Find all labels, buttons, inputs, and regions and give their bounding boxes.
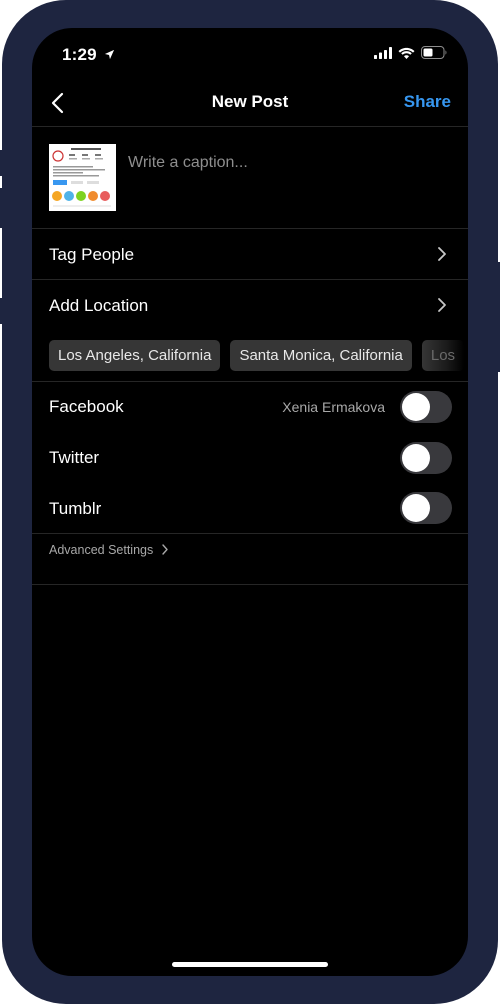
add-location-label: Add Location	[49, 296, 149, 315]
status-icons	[374, 46, 448, 59]
page-title: New Post	[211, 92, 289, 111]
location-arrow-icon	[104, 49, 114, 60]
chevron-right-icon	[438, 298, 446, 312]
home-indicator[interactable]	[172, 962, 328, 967]
facebook-label: Facebook	[49, 397, 124, 416]
app-screen: 1:29 New Post Share Write a caption... T…	[32, 28, 468, 976]
location-chip[interactable]: Los	[421, 340, 464, 371]
phone-side-button	[0, 188, 6, 228]
toggle-knob	[402, 393, 430, 421]
location-suggestions: Los Angeles, California Santa Monica, Ca…	[49, 340, 464, 371]
advanced-settings-link[interactable]: Advanced Settings	[49, 543, 169, 557]
facebook-account-name: Xenia Ermakova	[282, 399, 385, 415]
tag-people-row[interactable]: Tag People	[32, 229, 468, 279]
add-location-row[interactable]: Add Location	[32, 280, 468, 330]
tumblr-label: Tumblr	[49, 499, 102, 518]
twitter-label: Twitter	[49, 448, 100, 467]
facebook-toggle[interactable]	[400, 391, 452, 423]
post-image-preview	[49, 144, 116, 211]
caption-input[interactable]	[128, 148, 448, 178]
divider	[32, 533, 468, 534]
tumblr-toggle[interactable]	[400, 492, 452, 524]
toggle-knob	[402, 444, 430, 472]
cellular-signal-icon	[374, 46, 392, 59]
wifi-icon	[398, 47, 415, 59]
advanced-settings-label: Advanced Settings	[49, 543, 154, 557]
divider	[32, 126, 468, 127]
tag-people-label: Tag People	[49, 245, 135, 264]
status-time: 1:29	[62, 45, 115, 65]
location-chip[interactable]: Santa Monica, California	[230, 340, 412, 371]
twitter-toggle[interactable]	[400, 442, 452, 474]
share-button[interactable]: Share	[404, 92, 451, 112]
phone-side-button	[0, 150, 6, 176]
phone-side-button	[494, 262, 500, 372]
location-chip[interactable]: Los Angeles, California	[49, 340, 221, 371]
battery-icon	[421, 46, 447, 59]
chevron-right-icon	[438, 247, 446, 261]
post-thumbnail[interactable]	[49, 144, 116, 211]
toggle-knob	[402, 494, 430, 522]
phone-side-button	[0, 298, 6, 324]
chevron-right-icon	[162, 544, 168, 555]
divider	[32, 584, 468, 585]
divider	[32, 381, 468, 382]
